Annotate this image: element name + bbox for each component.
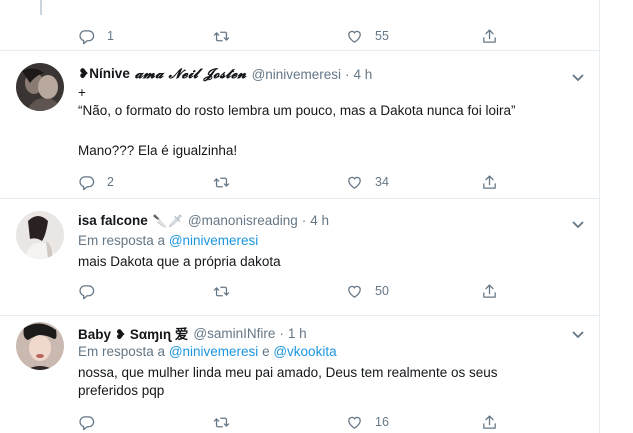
reply-prefix: Em resposta a (78, 344, 166, 359)
retweet-icon (213, 28, 230, 45)
tweet-text-line: + (78, 85, 86, 100)
reply-icon (78, 174, 95, 191)
reply-button[interactable]: 1 (78, 26, 114, 46)
share-icon (481, 283, 498, 300)
timestamp[interactable]: 1 h (288, 326, 307, 341)
timestamp[interactable]: 4 h (310, 213, 329, 228)
tweet-text-line: nossa, que mulher linda meu pai amado, D… (78, 365, 498, 380)
reply-button[interactable]: 2 (78, 172, 114, 192)
reply-icon (78, 283, 95, 300)
more-options-button[interactable] (572, 216, 584, 229)
reply-icon (78, 414, 95, 431)
retweet-button[interactable] (213, 412, 242, 432)
user-handle[interactable]: @manonisreading (188, 213, 298, 228)
more-options-button[interactable] (572, 326, 584, 339)
more-options-button[interactable] (572, 69, 584, 82)
retweet-icon (213, 174, 230, 191)
user-handle[interactable]: @saminINfire (193, 326, 275, 341)
timeline: 1 55 ❥Nínive 𝓪𝓶𝓪 𝓝𝓮𝓲𝓵 𝓙� (0, 0, 600, 433)
tweet-actions: 50 (78, 281, 508, 301)
like-count: 55 (375, 29, 389, 43)
tweet-text-line: “Não, o formato do rosto lembra um pouco… (78, 103, 516, 118)
like-button[interactable]: 34 (346, 172, 389, 192)
heart-icon (346, 28, 363, 45)
separator-dot: · (301, 213, 307, 228)
mention-link[interactable]: @ninivemeresi (169, 233, 258, 248)
share-icon (481, 414, 498, 431)
tweet-actions: 1 55 (78, 26, 508, 46)
heart-icon (346, 414, 363, 431)
reply-conjunction: e (262, 344, 270, 359)
reply-context: Em resposta a @ninivemeresi e @vkookita (78, 344, 337, 359)
tweet-header: ❥Nínive 𝓪𝓶𝓪 𝓝𝓮𝓲𝓵 𝓙𝓸𝓼𝓽𝓮𝓷 @ninivemeresi · … (78, 66, 372, 82)
timestamp[interactable]: 4 h (354, 67, 373, 82)
tweet-text-line: preferidos pqp (78, 383, 165, 398)
retweet-icon (213, 283, 230, 300)
reply-count: 2 (107, 175, 114, 189)
like-count: 50 (375, 284, 389, 298)
tweet[interactable]: ❥Nínive 𝓪𝓶𝓪 𝓝𝓮𝓲𝓵 𝓙𝓸𝓼𝓽𝓮𝓷 @ninivemeresi · … (0, 51, 600, 198)
user-handle[interactable]: @ninivemeresi (252, 67, 341, 82)
avatar[interactable] (16, 63, 64, 111)
share-button[interactable] (481, 281, 498, 301)
like-count: 34 (375, 175, 389, 189)
avatar[interactable] (16, 322, 64, 370)
chevron-down-icon (572, 74, 584, 82)
reply-button[interactable] (78, 281, 107, 301)
share-button[interactable] (481, 172, 498, 192)
like-button[interactable]: 50 (346, 281, 389, 301)
avatar[interactable] (16, 211, 64, 259)
separator-dot: · (279, 325, 284, 341)
reply-prefix: Em resposta a (78, 233, 166, 248)
reply-button[interactable] (78, 412, 107, 432)
tweet-text-line: mais Dakota que a própria dakota (78, 254, 281, 269)
tweet-text-line: Mano??? Ela é igualzinha! (78, 143, 238, 158)
share-button[interactable] (481, 26, 498, 46)
share-icon (481, 28, 498, 45)
thread-line (40, 0, 42, 15)
chevron-down-icon (572, 331, 584, 339)
tweet-actions: 2 34 (78, 172, 508, 192)
separator-dot: · (345, 66, 350, 82)
retweet-button[interactable] (213, 172, 242, 192)
share-icon (481, 174, 498, 191)
share-button[interactable] (481, 412, 498, 432)
display-name-script: 𝓪𝓶𝓪 𝓝𝓮𝓲𝓵 𝓙𝓸𝓼𝓽𝓮𝓷 (134, 66, 247, 82)
mention-link[interactable]: @vkookita (273, 344, 336, 359)
display-name[interactable]: Baby ❥ Sαɱιɳ 爱 (78, 323, 188, 343)
retweet-button[interactable] (213, 26, 242, 46)
heart-icon (346, 283, 363, 300)
tweet-header: isa falcone 🔪🗡 @manonisreading · 4 h (78, 213, 329, 228)
reply-icon (78, 28, 95, 45)
tweet-header: Baby ❥ Sαɱιɳ 爱 @saminINfire · 1 h (78, 323, 307, 343)
retweet-button[interactable] (213, 281, 242, 301)
tweet[interactable]: isa falcone 🔪🗡 @manonisreading · 4 h Em … (0, 199, 600, 315)
tweet-actions: 16 (78, 412, 508, 432)
display-name[interactable]: ❥Nínive (78, 66, 130, 82)
display-name[interactable]: isa falcone (78, 213, 148, 228)
retweet-icon (213, 414, 230, 431)
knife-emoji: 🔪🗡 (152, 213, 183, 228)
like-count: 16 (375, 415, 389, 429)
reply-count: 1 (107, 29, 114, 43)
tweet[interactable]: Baby ❥ Sαɱιɳ 爱 @saminINfire · 1 h Em res… (0, 316, 600, 433)
like-button[interactable]: 55 (346, 26, 389, 46)
heart-icon (346, 174, 363, 191)
like-button[interactable]: 16 (346, 412, 389, 432)
chevron-down-icon (572, 221, 584, 229)
mention-link[interactable]: @ninivemeresi (169, 344, 258, 359)
reply-context: Em resposta a @ninivemeresi (78, 233, 258, 248)
